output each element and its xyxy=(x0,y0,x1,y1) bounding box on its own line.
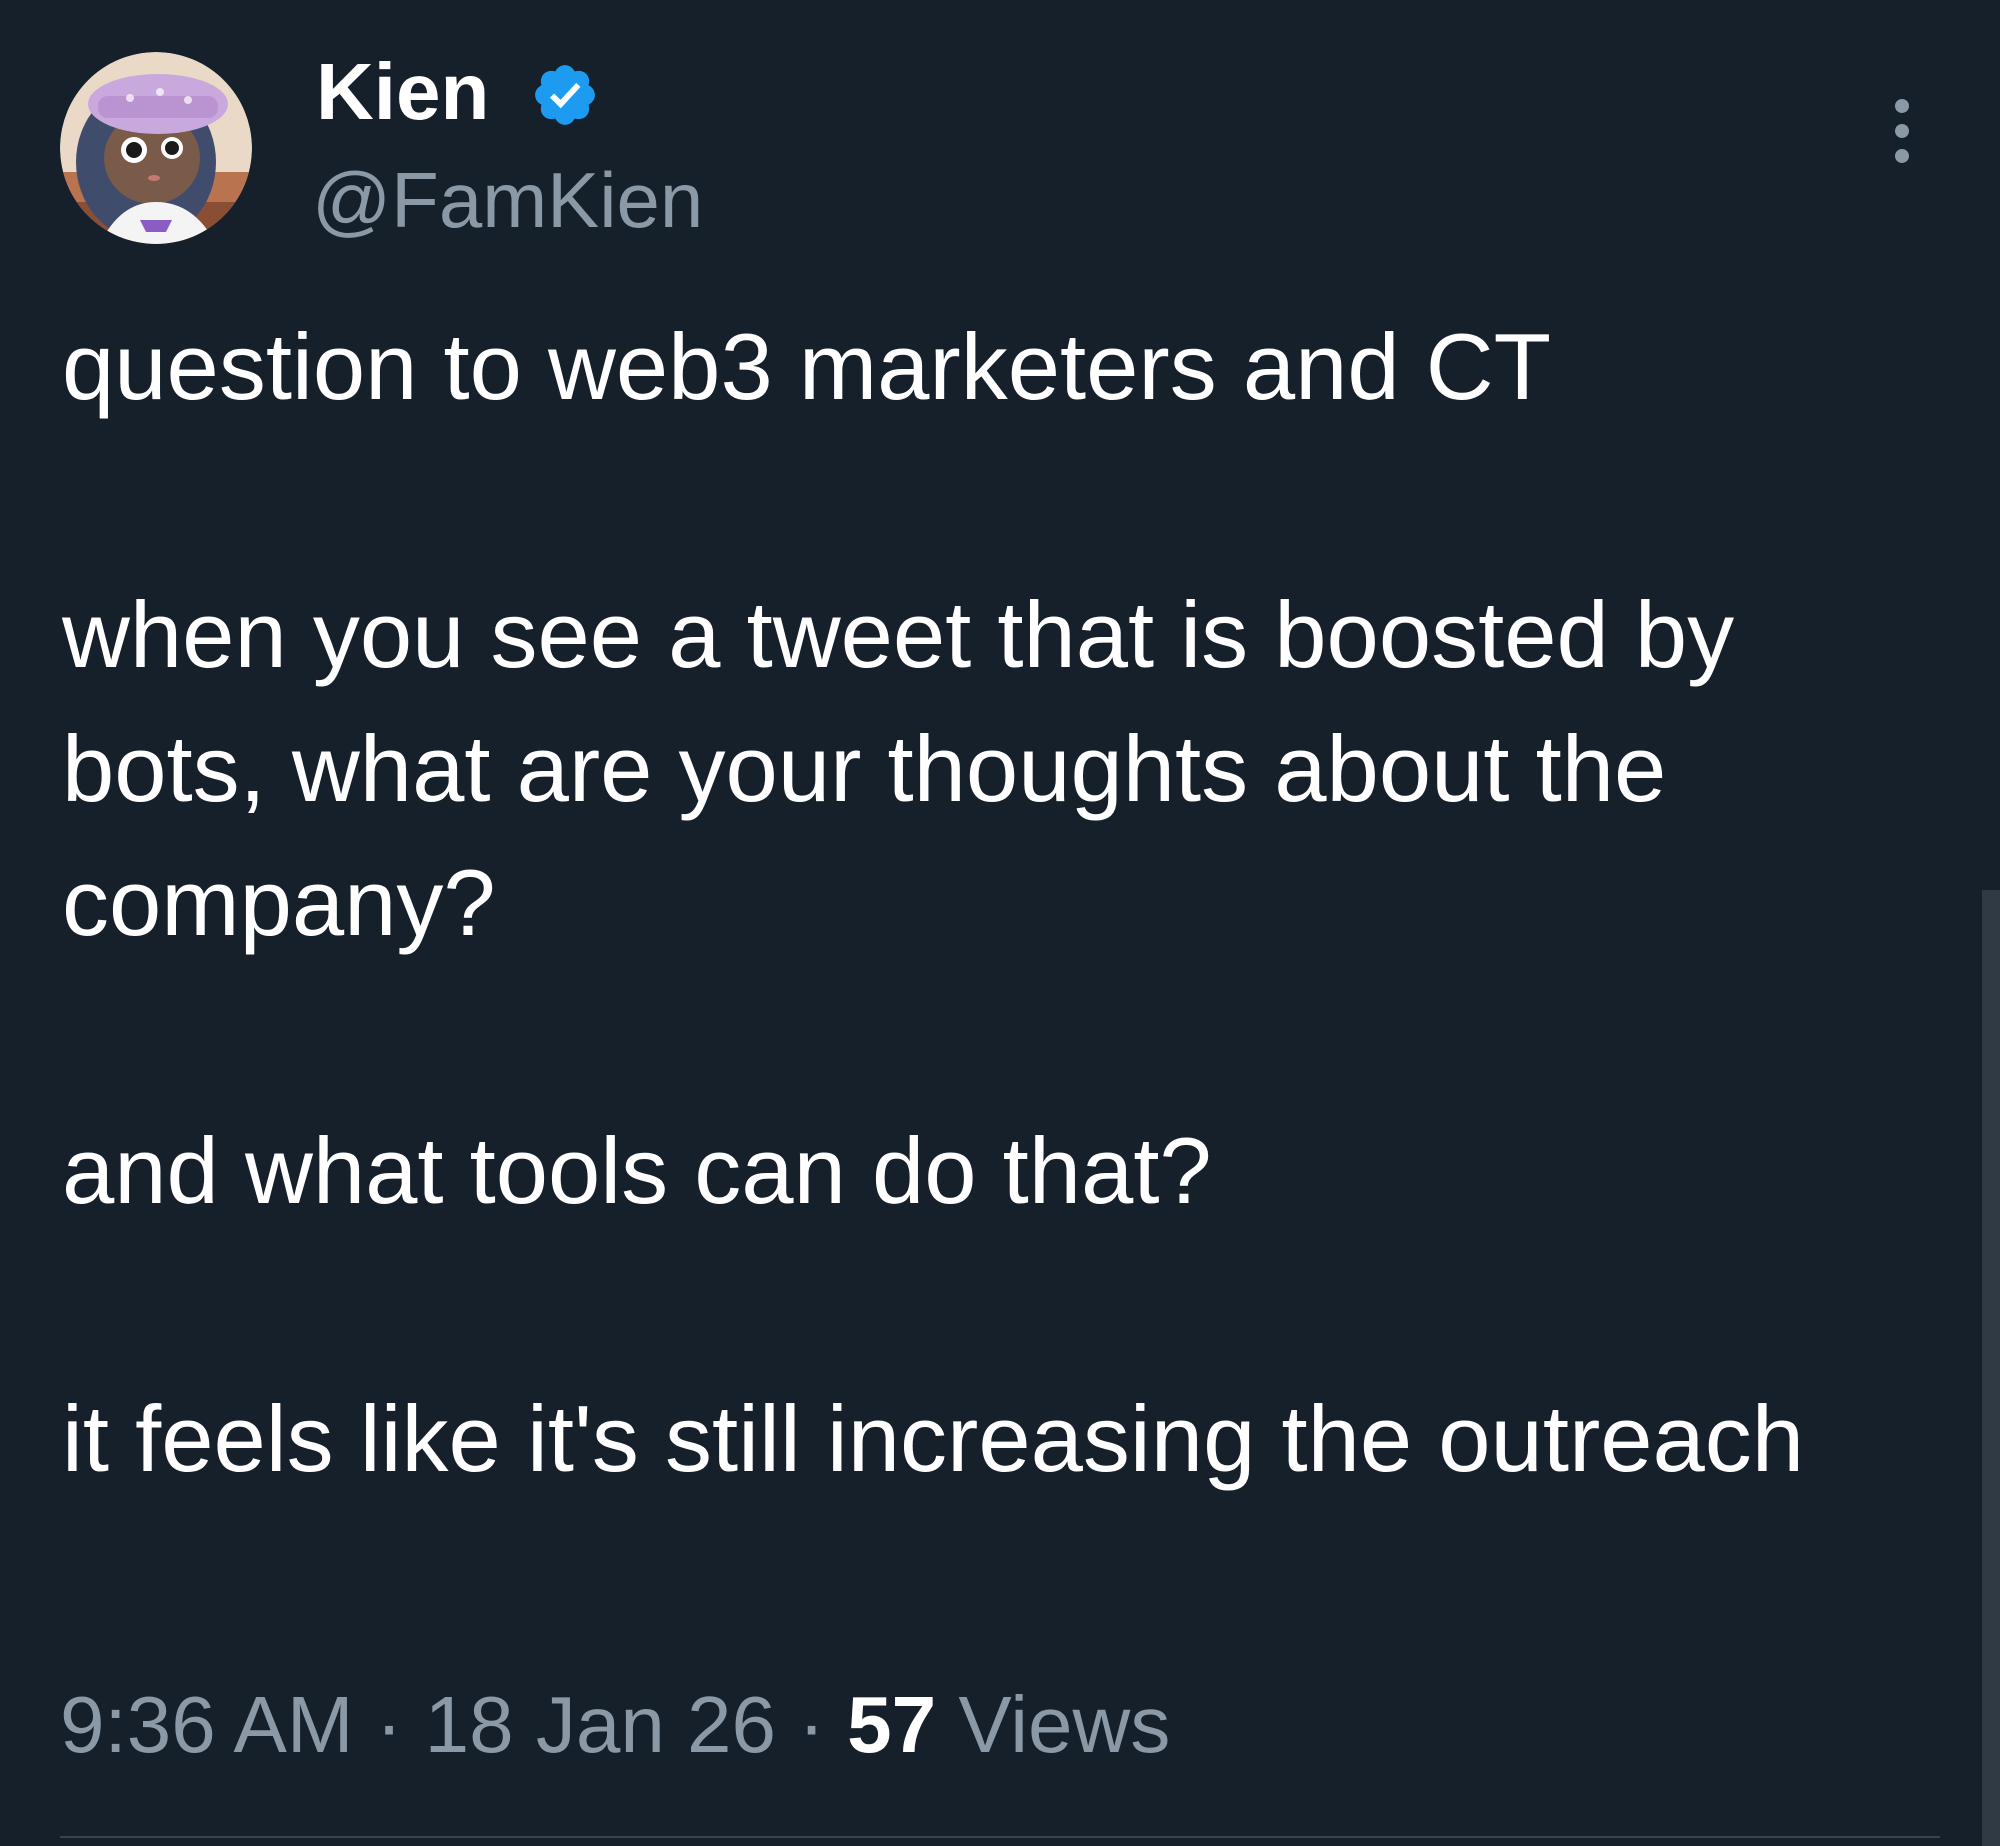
tweet-date[interactable]: 18 Jan 26 xyxy=(425,1680,776,1769)
divider xyxy=(60,1836,1940,1838)
tweet-meta: 9:36 AM · 18 Jan 26 · 57 Views xyxy=(60,1670,1170,1780)
tweet-text: question to web3 marketers and CT when y… xyxy=(62,300,1942,1506)
avatar[interactable] xyxy=(60,52,252,244)
tweet-paragraph: it feels like it's still increasing the … xyxy=(62,1386,1805,1491)
views-count[interactable]: 57 xyxy=(847,1680,936,1769)
avatar-image xyxy=(60,52,252,244)
tweet-paragraph: and what tools can do that? xyxy=(62,1118,1212,1223)
meta-separator: · xyxy=(798,1680,825,1769)
tweet-card: Kien @FamKien question to web3 marketers… xyxy=(0,0,2000,1846)
display-name[interactable]: Kien xyxy=(316,42,489,142)
tweet-time[interactable]: 9:36 AM xyxy=(60,1680,354,1769)
verified-badge-icon xyxy=(535,65,595,125)
meta-separator: · xyxy=(375,1680,403,1769)
more-vertical-icon[interactable] xyxy=(1878,98,1926,164)
tweet-paragraph: question to web3 marketers and CT xyxy=(62,314,1552,419)
views-label[interactable]: Views xyxy=(958,1680,1170,1769)
user-handle[interactable]: @FamKien xyxy=(312,150,703,250)
tweet-paragraph: when you see a tweet that is boosted by … xyxy=(62,582,1761,955)
scrollbar[interactable] xyxy=(1982,890,2000,1846)
